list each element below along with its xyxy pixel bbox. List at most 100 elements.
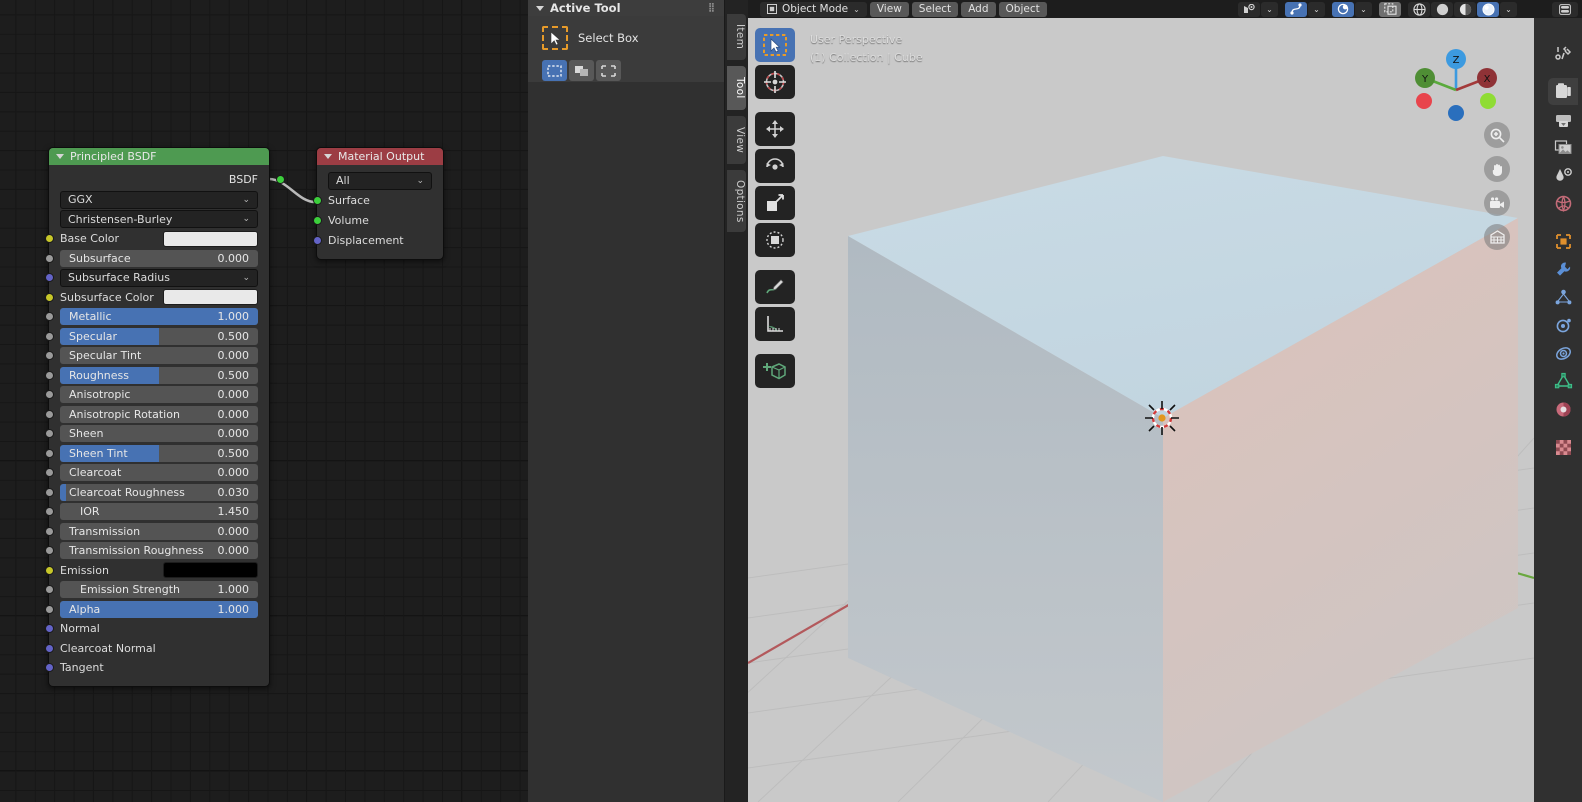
socket-sheen[interactable] — [44, 429, 54, 438]
cursor-tool[interactable] — [755, 65, 795, 99]
render-properties-tab[interactable] — [1548, 78, 1578, 105]
input-alpha[interactable]: Alpha 1.000 — [44, 600, 258, 620]
pan-hand-icon[interactable] — [1484, 156, 1510, 182]
socket-base-color[interactable] — [44, 234, 54, 243]
subsurface-method-dropdown[interactable]: Christensen-Burley ⌄ — [60, 210, 258, 229]
visibility-icon[interactable] — [1238, 1, 1260, 17]
input-surface[interactable]: Surface — [312, 191, 432, 211]
socket-normal[interactable] — [44, 624, 54, 633]
anisotropic-slider[interactable]: Anisotropic 0.000 — [60, 386, 258, 404]
menu-add[interactable]: Add — [961, 1, 996, 17]
subsurface-method-dropdown-row[interactable]: Christensen-Burley ⌄ — [60, 210, 258, 230]
anisotropic-rotation-slider[interactable]: Anisotropic Rotation 0.000 — [60, 405, 258, 423]
chevron-down-icon[interactable]: ⌄ — [1500, 1, 1517, 17]
sidebar-tab-tool[interactable]: Tool — [727, 66, 746, 110]
socket-tangent[interactable] — [44, 663, 54, 672]
overlays-toggle-icon[interactable] — [1379, 1, 1401, 17]
input-anisotropic[interactable]: Anisotropic 0.000 — [44, 385, 258, 405]
orientation-gizmo[interactable]: Z Y X — [1402, 28, 1512, 123]
socket-subsurface-color[interactable] — [44, 292, 54, 302]
input-subsurface-radius[interactable]: Subsurface Radius ⌄ — [44, 268, 258, 288]
material-properties-tab[interactable] — [1548, 396, 1578, 423]
chevron-down-icon[interactable]: ⌄ — [1308, 1, 1325, 17]
specular-tint-slider[interactable]: Specular Tint 0.000 — [60, 347, 258, 365]
zoom-icon[interactable] — [1484, 122, 1510, 148]
viewport-nav-buttons[interactable] — [1484, 122, 1510, 250]
sidebar-n-panel[interactable]: Active Tool ⣿ Select Box — [528, 0, 725, 802]
input-clearcoat-roughness[interactable]: Clearcoat Roughness 0.030 — [44, 483, 258, 503]
socket-emission[interactable] — [44, 565, 54, 575]
shading-material-icon[interactable] — [1454, 1, 1476, 17]
specular-slider[interactable]: Specular 0.500 — [60, 327, 258, 345]
orthographic-icon[interactable] — [1484, 224, 1510, 250]
socket-subsurface-radius[interactable] — [44, 273, 54, 282]
socket-displacement[interactable] — [312, 235, 322, 245]
scale-tool[interactable] — [755, 186, 795, 220]
chevron-down-icon[interactable]: ⌄ — [1261, 1, 1278, 17]
snap-icon[interactable] — [1285, 1, 1307, 17]
socket-ior[interactable] — [44, 507, 54, 516]
alpha-slider[interactable]: Alpha 1.000 — [60, 600, 258, 618]
node-output-bsdf[interactable]: BSDF — [49, 169, 285, 190]
socket-transmission[interactable] — [44, 526, 54, 536]
view-layer-properties-tab[interactable] — [1548, 134, 1578, 161]
shading-solid-icon[interactable] — [1431, 1, 1453, 17]
input-subsurface-color[interactable]: Subsurface Color — [44, 288, 258, 308]
move-tool[interactable] — [755, 112, 795, 146]
particle-properties-tab[interactable] — [1548, 284, 1578, 311]
socket-volume[interactable] — [312, 215, 322, 225]
socket-emission-strength[interactable] — [44, 585, 54, 594]
socket-metallic[interactable] — [44, 312, 54, 321]
roughness-slider[interactable]: Roughness 0.500 — [60, 366, 258, 384]
input-ior[interactable]: IOR 1.450 — [44, 502, 258, 522]
socket-clearcoat-normal[interactable] — [44, 643, 54, 653]
input-sheen-tint[interactable]: Sheen Tint 0.500 — [44, 444, 258, 464]
input-clearcoat[interactable]: Clearcoat 0.000 — [44, 463, 258, 483]
input-tangent[interactable]: Tangent — [44, 658, 258, 678]
transform-tool[interactable] — [755, 223, 795, 257]
measure-tool[interactable] — [755, 307, 795, 341]
properties-editor-type-icon[interactable] — [1552, 1, 1578, 17]
viewport-scene[interactable]: User Perspective (1) Collection | Cube Z… — [748, 18, 1534, 802]
transmission-roughness-slider[interactable]: Transmission Roughness 0.000 — [60, 542, 258, 560]
shader-node-editor[interactable]: Principled BSDF BSDF GGX ⌄ Christensen-B… — [0, 0, 528, 802]
input-metallic[interactable]: Metallic 1.000 — [44, 307, 258, 327]
data-properties-tab[interactable] — [1548, 368, 1578, 395]
ior-slider[interactable]: IOR 1.450 — [60, 503, 258, 521]
sheen-slider[interactable]: Sheen 0.000 — [60, 425, 258, 443]
input-specular-tint[interactable]: Specular Tint 0.000 — [44, 346, 258, 366]
subtract-selection-button[interactable] — [596, 60, 621, 81]
chevron-down-icon[interactable]: ⌄ — [1355, 1, 1372, 17]
input-transmission[interactable]: Transmission 0.000 — [44, 522, 258, 542]
socket-transmission-roughness[interactable] — [44, 546, 54, 555]
viewport-header[interactable]: Object Mode ⌄ View Select Add Object ⌄ ⌄ — [748, 0, 1534, 18]
socket-clearcoat[interactable] — [44, 468, 54, 477]
input-base-color[interactable]: Base Color — [44, 229, 258, 249]
input-volume[interactable]: Volume — [312, 211, 432, 231]
subsurface-slider[interactable]: Subsurface 0.000 — [60, 249, 258, 267]
selection-mode-buttons[interactable] — [528, 50, 724, 81]
socket-sheen-tint[interactable] — [44, 448, 54, 458]
menu-view[interactable]: View — [869, 1, 909, 17]
proportional-editing-icon[interactable] — [1332, 1, 1354, 17]
target-dropdown-row[interactable]: All ⌄ — [328, 171, 432, 191]
tool-properties-tab[interactable] — [1548, 40, 1578, 67]
socket-subsurface[interactable] — [44, 253, 54, 263]
node-header-principled-bsdf[interactable]: Principled BSDF — [49, 148, 269, 165]
input-anisotropic-rotation[interactable]: Anisotropic Rotation 0.000 — [44, 405, 258, 425]
base-color-swatch[interactable] — [163, 230, 258, 247]
transmission-slider[interactable]: Transmission 0.000 — [60, 522, 258, 540]
clearcoat-slider[interactable]: Clearcoat 0.000 — [60, 464, 258, 482]
input-subsurface[interactable]: Subsurface 0.000 — [44, 249, 258, 269]
collapse-triangle-icon[interactable] — [536, 5, 544, 11]
input-normal[interactable]: Normal — [44, 619, 258, 639]
node-material-output[interactable]: Material Output All ⌄ Surface Volume Dis… — [312, 147, 444, 260]
output-properties-tab[interactable] — [1548, 106, 1578, 133]
physics-properties-tab[interactable] — [1548, 312, 1578, 339]
input-clearcoat-normal[interactable]: Clearcoat Normal — [44, 639, 258, 659]
scene-properties-tab[interactable] — [1548, 162, 1578, 189]
input-transmission-roughness[interactable]: Transmission Roughness 0.000 — [44, 541, 258, 561]
input-emission[interactable]: Emission — [44, 561, 258, 581]
select-box-tool[interactable] — [755, 28, 795, 62]
constraint-properties-tab[interactable] — [1548, 340, 1578, 367]
